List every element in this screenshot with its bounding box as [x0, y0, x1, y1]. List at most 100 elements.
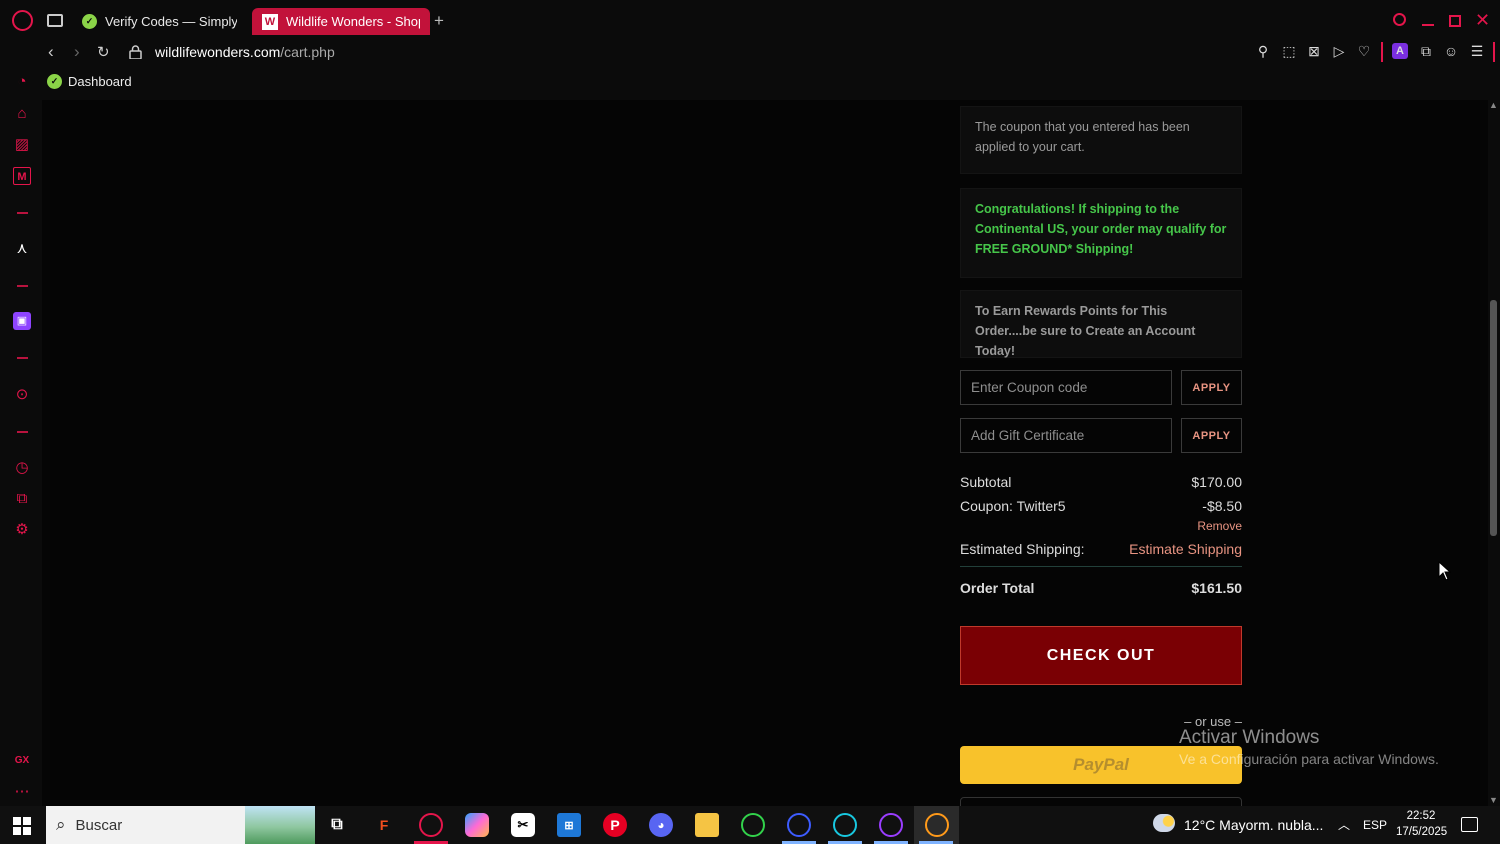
opera-blue-icon[interactable]	[787, 813, 811, 837]
apply-gift-certificate-button[interactable]: APPLY	[1181, 418, 1242, 453]
snapshot-icon[interactable]: ⬚	[1281, 43, 1297, 59]
workspaces-icon[interactable]	[47, 14, 63, 27]
subtotal-value: $170.00	[1191, 474, 1242, 490]
bookmark-dashboard[interactable]: ✓ Dashboard	[47, 74, 132, 89]
sidebar-separator	[17, 212, 28, 214]
close-window-button[interactable]: ✕	[1475, 10, 1490, 31]
tab-verify-codes[interactable]: ✓ Verify Codes — SimplyCo	[72, 8, 247, 35]
back-button[interactable]: ‹	[48, 42, 54, 62]
coupon-row: Coupon: Twitter5 -$8.50	[960, 498, 1242, 514]
totals-divider	[960, 566, 1242, 567]
forward-button[interactable]: ›	[74, 42, 80, 62]
reload-button[interactable]: ↻	[97, 43, 110, 61]
minimize-button[interactable]	[1422, 24, 1434, 26]
new-tab-button[interactable]: +	[434, 11, 444, 31]
search-icon: ⌕	[56, 815, 66, 834]
notifications-icon[interactable]	[1461, 817, 1478, 832]
sidebar-separator	[17, 431, 28, 433]
pinterest-icon[interactable]: P	[603, 813, 627, 837]
more-icon[interactable]: ⋯	[13, 783, 31, 801]
speed-dial-icon[interactable]: ◔	[13, 73, 31, 91]
settings-gear-icon[interactable]: ⚙	[13, 521, 31, 539]
gift-certificate-input[interactable]	[960, 418, 1172, 453]
heart-icon[interactable]: ♡	[1356, 43, 1372, 59]
coupon-code-input[interactable]	[960, 370, 1172, 405]
clock-date: 17/5/2025	[1396, 826, 1448, 838]
free-shipping-notice: Congratulations! If shipping to the Cont…	[960, 188, 1242, 278]
bookmarks-bar	[0, 68, 1500, 100]
weather-text[interactable]: 12°C Mayorm. nubla...	[1184, 817, 1323, 833]
scrollbar-thumb[interactable]	[1490, 300, 1497, 536]
url-field[interactable]: wildlifewonders.com/cart.php	[155, 44, 335, 60]
sidebar-separator	[17, 285, 28, 287]
opera-purple-icon[interactable]	[879, 813, 903, 837]
player-icon[interactable]: ▷	[1331, 43, 1347, 59]
gx-control-icon[interactable]: ⌂	[13, 105, 31, 123]
order-total-value: $161.50	[1191, 580, 1242, 596]
search-placeholder: Buscar	[75, 816, 123, 834]
rewards-notice: To Earn Rewards Points for This Order...…	[960, 290, 1242, 358]
lock-icon	[129, 45, 142, 59]
task-view-icon[interactable]: ⧉	[325, 813, 349, 837]
gx-logo-icon[interactable]: GX	[13, 752, 31, 770]
shipping-label: Estimated Shipping:	[960, 541, 1085, 557]
tab-wildlife-wonders[interactable]: W Wildlife Wonders - Shopp	[252, 8, 430, 35]
opera-orange-icon[interactable]	[925, 813, 949, 837]
gx-cleaner-icon[interactable]: ▨	[13, 136, 31, 154]
opera-cyan-icon[interactable]	[833, 813, 857, 837]
subtotal-row: Subtotal $170.00	[960, 474, 1242, 490]
url-path: /cart.php	[280, 44, 335, 60]
player-sidebar-icon[interactable]: ⊙	[13, 386, 31, 404]
profile-icon[interactable]: ☺	[1443, 43, 1459, 59]
scroll-up-icon[interactable]: ▲	[1489, 100, 1498, 110]
pin-icon[interactable]: ⚲	[1255, 43, 1271, 59]
opera-green-icon[interactable]	[741, 813, 765, 837]
microsoft-store-icon[interactable]: ⊞	[557, 813, 581, 837]
remove-coupon-link[interactable]: Remove	[1197, 519, 1242, 533]
adblock-icon[interactable]: ⊠	[1306, 43, 1322, 59]
aria-extension-icon[interactable]: A	[1392, 43, 1408, 59]
bookmark-label: Dashboard	[68, 74, 132, 89]
scroll-down-icon[interactable]: ▼	[1489, 795, 1498, 805]
activate-windows-title: Activar Windows	[1179, 727, 1320, 748]
aria-icon[interactable]: ⋏	[13, 240, 31, 258]
language-indicator[interactable]: ESP	[1363, 818, 1387, 832]
file-explorer-icon[interactable]	[695, 813, 719, 837]
copilot-icon[interactable]	[465, 813, 489, 837]
windows-start-icon[interactable]	[13, 817, 31, 835]
extensions-sidebar-icon[interactable]: ⧉	[13, 490, 31, 508]
capcut-icon[interactable]: ✂	[511, 813, 535, 837]
twitch-icon[interactable]: ▣	[13, 312, 31, 330]
activate-windows-subtitle: Ve a Configuración para activar Windows.	[1179, 751, 1439, 767]
tab-label: Wildlife Wonders - Shopp	[286, 14, 420, 29]
menu-icon[interactable]: ☰	[1469, 43, 1485, 59]
figma-icon[interactable]: F	[372, 813, 396, 837]
opera-gx-taskbar-icon[interactable]	[419, 813, 443, 837]
clock[interactable]: 22:52 17/5/2025	[1396, 808, 1448, 840]
taskbar-search[interactable]: ⌕ Buscar	[46, 806, 315, 844]
history-icon[interactable]: ◷	[13, 459, 31, 477]
coupon-label: Coupon: Twitter5	[960, 498, 1066, 514]
opera-gx-logo-icon[interactable]	[12, 10, 33, 31]
page-content: The coupon that you entered has been app…	[42, 100, 1488, 806]
estimate-shipping-link[interactable]: Estimate Shipping	[1129, 541, 1242, 557]
search-highlight-image	[245, 806, 315, 844]
mouse-cursor-icon	[1438, 561, 1452, 581]
search-tabs-icon[interactable]	[1393, 13, 1406, 26]
toolbar-divider	[1493, 42, 1495, 62]
tray-chevron-up-icon[interactable]: ︿	[1338, 816, 1350, 833]
extensions-icon[interactable]: ⧉	[1418, 43, 1434, 59]
wildlife-wonders-favicon-icon: W	[262, 13, 278, 30]
coupon-value: -$8.50	[1202, 498, 1242, 514]
alt-payment-button[interactable]	[960, 797, 1242, 806]
discord-icon[interactable]: ◕	[649, 813, 673, 837]
checkout-button[interactable]: CHECK OUT	[960, 626, 1242, 685]
apply-coupon-button[interactable]: APPLY	[1181, 370, 1242, 405]
coupon-applied-notice: The coupon that you entered has been app…	[960, 106, 1242, 174]
order-total-label: Order Total	[960, 580, 1035, 596]
sidebar-separator	[17, 357, 28, 359]
subtotal-label: Subtotal	[960, 474, 1012, 490]
gmail-icon[interactable]: M	[13, 167, 31, 185]
maximize-button[interactable]	[1449, 15, 1461, 27]
clock-time: 22:52	[1406, 810, 1436, 822]
